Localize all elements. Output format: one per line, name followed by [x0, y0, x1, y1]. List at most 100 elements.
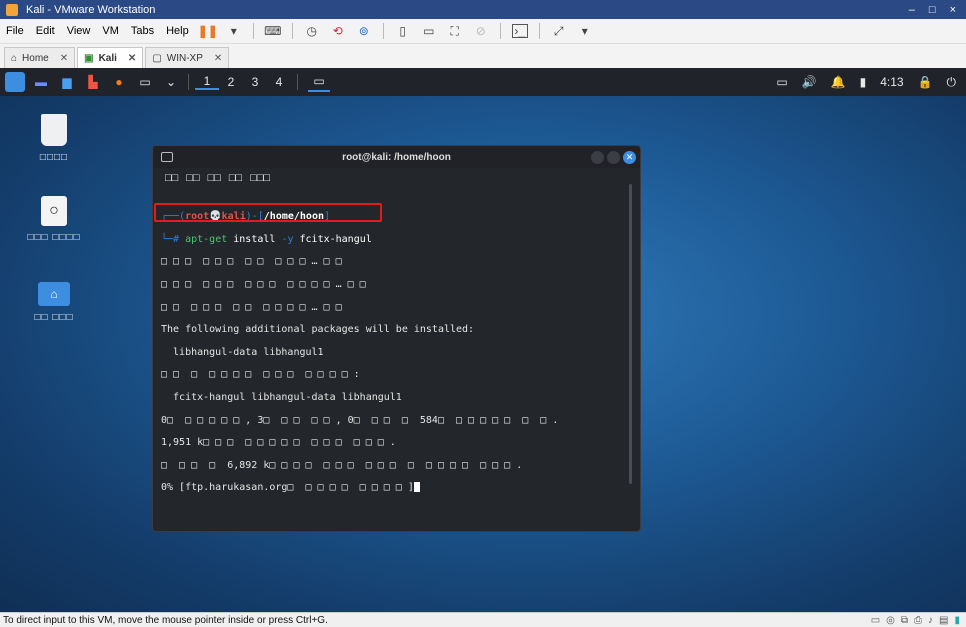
terminal-menu-edit[interactable]: □□: [186, 172, 199, 184]
pause-icon[interactable]: ❚❚: [198, 24, 218, 38]
clock[interactable]: 4:13: [880, 75, 903, 89]
tab-label: WIN-XP: [166, 52, 203, 64]
send-ctrl-alt-del-icon[interactable]: ⌨: [264, 24, 281, 38]
workspace-2[interactable]: 2: [219, 75, 243, 89]
output-line: fcitx-hangul libhangul-data libhangul1: [161, 392, 402, 404]
output-line: 0□ □ □ □ □ □ , 3□ □ □ □ □ , 0□ □ □ □ 584…: [161, 414, 559, 426]
desktop-trash[interactable]: □□□□: [32, 114, 76, 163]
close-tab-icon[interactable]: ✕: [214, 53, 222, 64]
menubar: File Edit View VM Tabs Help ❚❚ ▾ ⌨ ◷ ⟲ ⊚…: [0, 19, 966, 44]
command-flag: -y: [281, 233, 294, 245]
firefox-icon[interactable]: ●: [108, 72, 130, 92]
terminal-view-icon[interactable]: ›_: [511, 24, 528, 38]
printer-icon[interactable]: ⎙: [914, 615, 922, 626]
workspace-3[interactable]: 3: [243, 75, 267, 89]
terminal-menu-view[interactable]: □□: [208, 172, 221, 184]
terminal-titlebar[interactable]: root@kali: /home/hoon ✕: [153, 146, 640, 168]
workspace-4[interactable]: 4: [267, 75, 291, 89]
stretch-dropdown-icon[interactable]: ▾: [577, 24, 593, 38]
taskbar-terminal-icon[interactable]: ▭: [308, 72, 330, 92]
vm-display[interactable]: ▬ ▆ ▙ ● ▭ ⌄ 1 2 3 4 ▭ ▭ 🔊 🔔 ▮ 4:13 🔒 ⏻ □…: [0, 68, 966, 612]
desktop-icon-label: □□□ □□□□: [27, 232, 81, 243]
toolbar-divider: [291, 23, 293, 39]
status-text: To direct input to this VM, move the mou…: [3, 614, 328, 626]
command-package: fcitx-hangul: [293, 233, 372, 245]
hard-disk-icon[interactable]: ▭: [871, 615, 880, 626]
toolbar-divider: [382, 23, 384, 39]
vm-tabs: ⌂ Home ✕ ▣ Kali ✕ ▢ WIN-XP ✕: [0, 44, 966, 68]
stretch-icon[interactable]: ⤢: [551, 24, 567, 38]
toolbar-divider: [252, 23, 254, 39]
command-args: install: [227, 233, 282, 245]
panel-divider: [188, 74, 189, 90]
cd-drive-icon[interactable]: ◎: [886, 615, 895, 626]
display-status-icon[interactable]: ▤: [939, 615, 948, 626]
tab-label: Home: [22, 52, 49, 64]
menu-vm[interactable]: VM: [96, 25, 125, 37]
close-tab-icon[interactable]: ✕: [128, 53, 136, 64]
sidebar-toggle-icon[interactable]: ▯: [395, 24, 411, 38]
kali-menu-button[interactable]: [4, 72, 26, 92]
desktop-icon-label: □□□□: [39, 152, 69, 163]
home-icon: ⌂: [11, 52, 18, 64]
terminal-menubar: □□ □□ □□ □□ □□□: [153, 168, 640, 188]
dropdown-arrow-icon[interactable]: ▾: [226, 24, 242, 38]
output-line: The following additional packages will b…: [161, 324, 475, 336]
sound-icon[interactable]: ♪: [928, 615, 933, 626]
tab-win-xp[interactable]: ▢ WIN-XP ✕: [145, 47, 230, 68]
window-title: Kali - VMware Workstation: [26, 3, 156, 16]
command-line: └─# apt-get install -y fcitx-hangul: [161, 234, 632, 245]
display-icon[interactable]: ▭: [776, 75, 787, 89]
text-editor-icon[interactable]: ▙: [82, 72, 104, 92]
prompt-user: root💀kali: [185, 211, 246, 223]
terminal-menu-terminal[interactable]: □□: [229, 172, 242, 184]
output-line: libhangul-data libhangul1: [161, 346, 324, 358]
fullscreen-icon[interactable]: ⛶: [447, 24, 463, 38]
tab-label: Kali: [98, 52, 117, 64]
message-icon[interactable]: ▮: [954, 615, 960, 626]
revert-snapshot-icon[interactable]: ⟲: [330, 24, 346, 38]
unity-icon[interactable]: ⊘: [473, 24, 489, 38]
desktop-filesystem[interactable]: ○ □□□ □□□□: [18, 196, 90, 243]
terminal-menu-file[interactable]: □□: [165, 172, 178, 184]
maximize-button[interactable]: □: [929, 4, 936, 16]
command-name: apt-get: [185, 233, 228, 245]
menu-help[interactable]: Help: [160, 25, 195, 37]
terminal-launcher-icon[interactable]: ▭: [134, 72, 156, 92]
menu-tabs[interactable]: Tabs: [125, 25, 160, 37]
prompt-prefix: ┌──(: [161, 211, 186, 223]
close-button[interactable]: ×: [950, 4, 956, 16]
file-manager-icon[interactable]: ▆: [56, 72, 78, 92]
menu-edit[interactable]: Edit: [30, 25, 61, 37]
snapshot-icon[interactable]: ◷: [304, 24, 320, 38]
terminal-menu-help[interactable]: □□□: [250, 172, 270, 184]
volume-icon[interactable]: 🔊: [802, 75, 817, 89]
snapshot-manager-icon[interactable]: ⊚: [356, 24, 372, 38]
panel-divider: [297, 74, 298, 90]
tab-home[interactable]: ⌂ Home ✕: [4, 47, 76, 68]
chevron-down-icon[interactable]: ⌄: [160, 72, 182, 92]
tab-kali[interactable]: ▣ Kali ✕: [77, 47, 144, 68]
prompt-path: /home/hoon: [263, 211, 324, 223]
minimize-button[interactable]: –: [909, 4, 915, 16]
power-icon[interactable]: ⏻: [947, 75, 957, 90]
menu-view[interactable]: View: [61, 25, 97, 37]
terminal-window[interactable]: root@kali: /home/hoon ✕ □□ □□ □□ □□ □□□ …: [152, 145, 641, 532]
network-icon[interactable]: ⧉: [901, 615, 908, 626]
output-line: □ □ □ □ 6,892 k□ □ □ □ □ □ □ □ □ □ □ □ □…: [161, 459, 523, 471]
drive-icon: ○: [41, 196, 67, 226]
console-view-icon[interactable]: ▭: [421, 24, 437, 38]
terminal-output[interactable]: ┌──(root💀kali)-[/home/hoon] └─# apt-get …: [153, 198, 640, 531]
status-bar: To direct input to this VM, move the mou…: [0, 612, 966, 627]
terminal-scrollbar[interactable]: [629, 184, 632, 484]
desktop-home-folder[interactable]: ⌂ □□ □□□: [32, 282, 76, 323]
battery-icon[interactable]: ▮: [860, 75, 867, 89]
output-line: □ □ □ □ □ □ □ □ □ □ □ □ □ □ :: [161, 369, 360, 381]
notification-icon[interactable]: 🔔: [831, 75, 846, 89]
output-line: □ □ □ □ □ □ □ □ □ □ □ … □ □: [161, 301, 342, 313]
workspace-1[interactable]: 1: [195, 74, 219, 90]
close-tab-icon[interactable]: ✕: [60, 53, 68, 64]
show-desktop-icon[interactable]: ▬: [30, 72, 52, 92]
menu-file[interactable]: File: [0, 25, 30, 37]
lock-icon[interactable]: 🔒: [918, 75, 933, 89]
